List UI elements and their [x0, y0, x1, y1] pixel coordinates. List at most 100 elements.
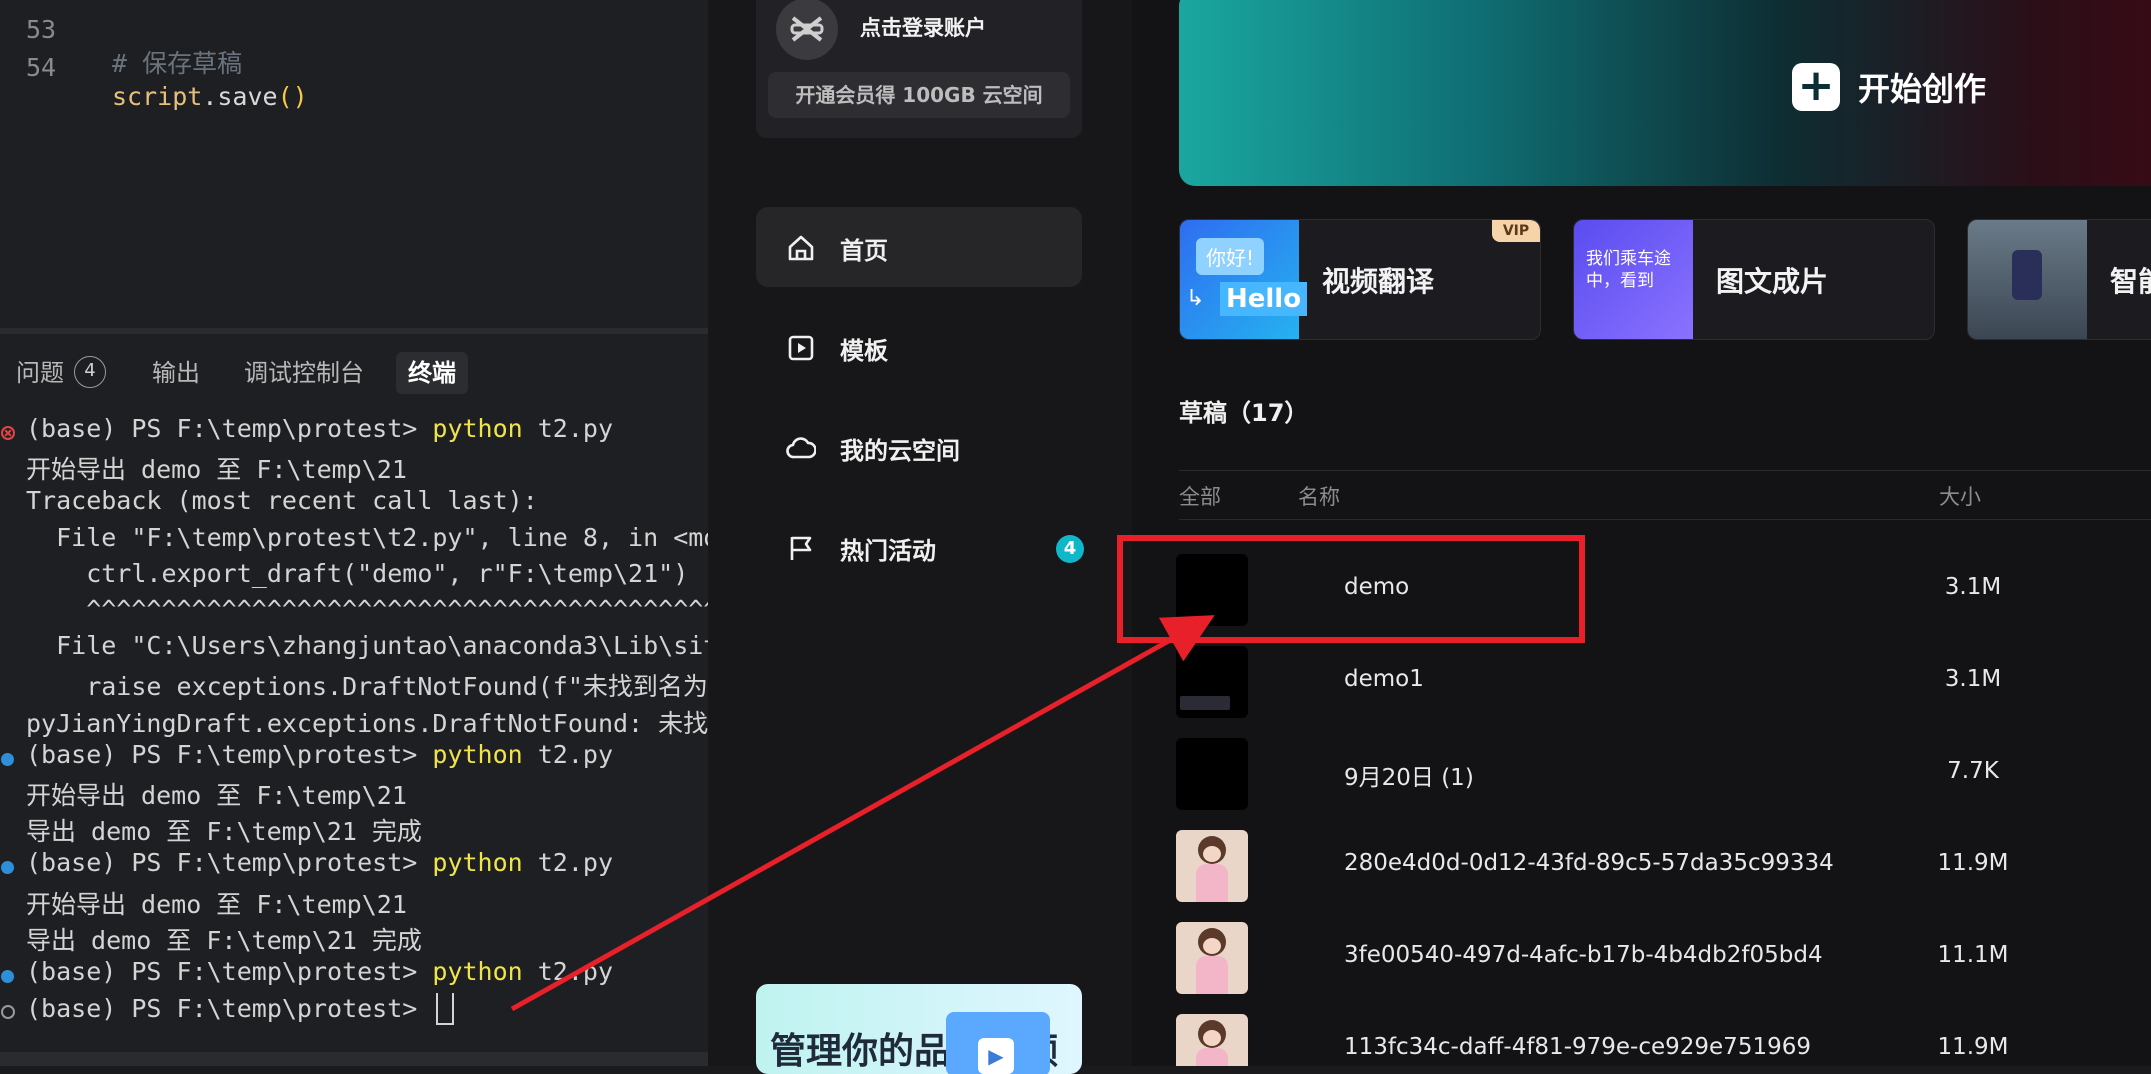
terminal-line: 开始导出 demo 至 F:\temp\21 — [0, 776, 708, 812]
problems-count-badge: 4 — [74, 356, 106, 388]
login-link[interactable]: 点击登录账户 — [860, 12, 986, 42]
terminal-text: (base) PS F:\temp\protest> python t2.py — [26, 740, 613, 769]
terminal-prompt: (base) PS F:\temp\protest> — [26, 739, 433, 769]
tab-problems-label: 问题 — [16, 359, 64, 387]
draft-thumbnail[interactable] — [1176, 922, 1248, 994]
draft-size: 11.1M — [1937, 942, 2009, 968]
draft-thumbnail[interactable] — [1176, 738, 1248, 810]
terminal-cursor[interactable] — [436, 993, 455, 1026]
terminal-text: (base) PS F:\temp\protest> — [26, 993, 455, 1027]
draft-row[interactable]: demo 3.1M — [1176, 540, 2151, 632]
draft-size: 3.1M — [1944, 574, 2002, 600]
terminal-line: (base) PS F:\temp\protest> python t2.py — [0, 848, 708, 884]
template-icon — [788, 335, 814, 361]
terminal-line: 开始导出 demo 至 F:\temp\21 — [0, 450, 708, 486]
tab-output[interactable]: 输出 — [140, 352, 212, 394]
idle-status-icon[interactable] — [1, 1005, 15, 1020]
tab-debug-console[interactable]: 调试控制台 — [232, 352, 376, 394]
feature-text-to-video[interactable]: 我们乘车途中，看到 图文成片 — [1573, 219, 1935, 340]
draft-name: 280e4d0d-0d12-43fd-89c5-57da35c99334 — [1344, 850, 1834, 876]
draft-name: 9月20日 (1) — [1344, 765, 1474, 791]
home-icon — [788, 235, 814, 261]
code-editor[interactable]: 53 # 保存草稿 54 script.save() — [0, 0, 708, 330]
terminal-args: t2.py — [522, 739, 614, 769]
vscode-window: 53 # 保存草稿 54 script.save() 问题 4 输出 调试控制台 … — [0, 0, 708, 1066]
tab-terminal[interactable]: 终端 — [396, 352, 468, 394]
success-status-icon[interactable] — [1, 752, 14, 766]
terminal-text: 开始导出 demo 至 F:\temp\21 — [26, 455, 407, 485]
terminal-text: (base) PS F:\temp\protest> python t2.py — [26, 957, 613, 986]
draft-thumbnail[interactable] — [1176, 646, 1248, 718]
header-select-all[interactable]: 全部 — [1179, 481, 1221, 511]
draft-size: 3.1M — [1944, 666, 2002, 692]
terminal-line: (base) PS F:\temp\protest> python t2.py — [0, 740, 708, 776]
thumbnail-caption-graphic — [1180, 696, 1230, 710]
drafts-table-header: 全部 名称 大小 — [1179, 470, 2151, 520]
draft-row[interactable]: demo1 3.1M — [1176, 632, 2151, 724]
skater-figure — [2012, 250, 2042, 300]
thumb-text-hello-en: Hello — [1220, 282, 1308, 316]
error-status-icon[interactable] — [1, 426, 15, 440]
feature-video-translate[interactable]: 你好! ↳ Hello 视频翻译 VIP — [1179, 219, 1541, 340]
draft-name: 3fe00540-497d-4afc-b17b-4b4db2f05bd4 — [1344, 942, 1823, 968]
nav-item-templates[interactable]: 模板 — [756, 307, 1082, 387]
draft-row[interactable]: 3fe00540-497d-4afc-b17b-4b4db2f05bd4 11.1… — [1176, 908, 2151, 1000]
success-status-icon[interactable] — [1, 970, 14, 983]
drafts-section-title: 草稿（17） — [1179, 399, 1309, 427]
code-line-53: 53 # 保存草稿 — [0, 0, 708, 78]
success-status-icon[interactable] — [1, 861, 14, 875]
events-count-badge: 4 — [1056, 535, 1084, 563]
arrow-icon: ↳ — [1186, 286, 1205, 311]
main-content: + 开始创作 你好! ↳ Hello 视频翻译 VIP 我们乘车途中，看到 图文… — [1132, 0, 2151, 1066]
create-banner[interactable]: + 开始创作 — [1179, 0, 2151, 186]
draft-thumbnail[interactable] — [1176, 830, 1248, 902]
terminal-command: python — [432, 739, 523, 769]
terminal-text: Traceback (most recent call last): — [26, 486, 538, 516]
code-function: save — [217, 82, 278, 111]
tab-problems[interactable]: 问题 4 — [4, 352, 118, 394]
terminal-line: ctrl.export_draft("demo", r"F:\temp\21") — [0, 559, 708, 595]
code-line-54: 54 script.save() — [0, 24, 708, 111]
terminal-output[interactable]: (base) PS F:\temp\protest> python t2.py 开… — [0, 414, 708, 1054]
draft-row[interactable]: 113fc34c-daff-4f81-979e-ce929e751969 11.9… — [1176, 1000, 2151, 1066]
video-translate-thumbnail: 你好! ↳ Hello — [1180, 220, 1308, 339]
draft-thumbnail[interactable] — [1176, 1014, 1248, 1066]
terminal-args: t2.py — [522, 848, 614, 878]
account-card[interactable]: 点击登录账户 开通会员得 100GB 云空间 — [756, 0, 1082, 138]
thumbnail-figure — [1203, 1030, 1221, 1046]
code-content: script.save() — [112, 82, 308, 111]
start-create-label: 开始创作 — [1858, 70, 1987, 108]
capcut-logo-icon[interactable] — [776, 0, 838, 60]
thumbnail-figure — [1196, 956, 1228, 994]
terminal-text: raise exceptions.DraftNotFound(f"未找到名为{d… — [86, 672, 708, 702]
draft-row[interactable]: 9月20日 (1) 7.7K — [1176, 724, 2151, 816]
app-sidebar: 点击登录账户 开通会员得 100GB 云空间 首页 模板 我的云空间 热门活动 … — [708, 0, 1132, 1074]
draft-row[interactable]: 280e4d0d-0d12-43fd-89c5-57da35c99334 11.9… — [1176, 816, 2151, 908]
terminal-line: 导出 demo 至 F:\temp\21 完成 — [0, 921, 708, 957]
terminal-line: Traceback (most recent call last): — [0, 486, 708, 522]
feature-smart[interactable]: 智能 — [1967, 219, 2151, 340]
header-size[interactable]: 大小 — [1939, 481, 1981, 511]
terminal-text: File "C:\Users\zhangjuntao\anaconda3\Lib… — [56, 631, 708, 661]
nav-item-home[interactable]: 首页 — [756, 207, 1082, 287]
code-dot: . — [202, 82, 218, 111]
start-create-button[interactable]: + 开始创作 — [1792, 63, 1986, 111]
terminal-text: File "F:\temp\protest\t2.py", line 8, in… — [56, 522, 708, 552]
nav-item-events[interactable]: 热门活动 4 — [756, 507, 1084, 587]
nav-item-label: 首页 — [840, 237, 888, 265]
nav-item-cloud[interactable]: 我的云空间 — [756, 407, 1082, 487]
header-name[interactable]: 名称 — [1298, 481, 1340, 511]
thumbnail-figure — [1196, 1048, 1228, 1066]
terminal-line: ^^^^^^^^^^^^^^^^^^^^^^^^^^^^^^^^^^^^^^^^… — [0, 595, 708, 631]
terminal-args: t2.py — [522, 414, 614, 443]
thumbnail-figure — [1203, 938, 1221, 954]
nav-item-label: 模板 — [840, 337, 888, 365]
draft-name: 113fc34c-daff-4f81-979e-ce929e751969 — [1344, 1034, 1811, 1060]
smart-feature-thumbnail — [1968, 220, 2087, 339]
terminal-line: 开始导出 demo 至 F:\temp\21 — [0, 885, 708, 921]
draft-thumbnail[interactable] — [1176, 554, 1248, 626]
brand-promo-banner[interactable]: 管理你的品牌视频 ▶ — [756, 984, 1082, 1074]
terminal-line: File "C:\Users\zhangjuntao\anaconda3\Lib… — [0, 631, 708, 667]
nav-item-label: 热门活动 — [840, 537, 936, 565]
vip-offer-button[interactable]: 开通会员得 100GB 云空间 — [768, 72, 1070, 118]
